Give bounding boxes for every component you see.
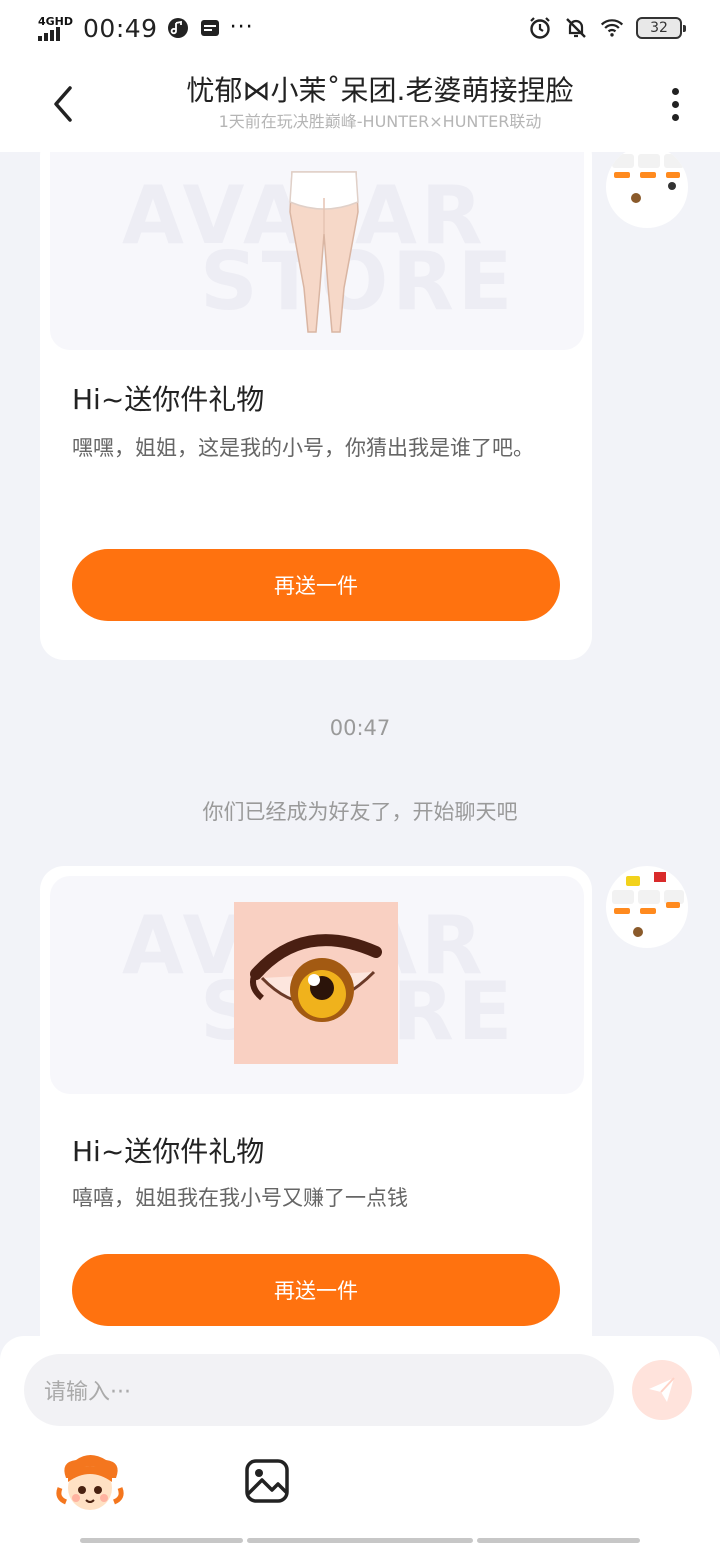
gift-message-card: AVATAR STORE Hi~送你件礼物 嘿嘿，姐姐，这是我的小号，你猜出我是… (40, 152, 592, 660)
status-time: 00:49 (83, 13, 158, 43)
watermark-text: STORE (200, 235, 517, 328)
message-timestamp: 00:47 (329, 716, 391, 740)
back-button[interactable] (44, 84, 84, 124)
gift-message-card: AVATAR STORE Hi~送你件礼物 嘻嘻，姐姐我在我小号又赚了一点钱 再… (40, 866, 592, 1336)
image-icon (245, 1459, 289, 1503)
avatar[interactable] (606, 152, 688, 228)
music-app-icon (166, 16, 190, 40)
home-indicator (477, 1538, 640, 1543)
gift-image[interactable]: AVATAR STORE (50, 152, 584, 350)
gift-image[interactable]: AVATAR STORE (50, 876, 584, 1094)
send-icon (649, 1377, 675, 1402)
more-dots-icon: ··· (229, 15, 254, 40)
gift-title: Hi~送你件礼物 (72, 383, 265, 416)
home-indicator (80, 1538, 243, 1543)
status-bar: 4GHD 00:49 ··· 32 (0, 0, 720, 56)
wifi-icon (600, 16, 624, 40)
mascot-emoji-icon (56, 1455, 124, 1510)
battery-level: 32 (650, 20, 668, 36)
store-avatar-icon (612, 872, 684, 937)
avatar[interactable] (606, 866, 688, 948)
system-message: 你们已经成为好友了，开始聊天吧 (202, 800, 518, 824)
store-avatar-icon (612, 154, 684, 203)
send-button[interactable] (632, 1360, 692, 1420)
image-picker-button[interactable] (244, 1458, 296, 1510)
input-bar: 请输入··· (0, 1336, 720, 1544)
home-indicator (247, 1538, 473, 1543)
back-arrow-icon (54, 86, 72, 122)
alarm-icon (528, 16, 552, 40)
mute-icon (564, 16, 588, 40)
anime-eye-icon (234, 902, 398, 1064)
more-vertical-icon[interactable] (660, 84, 690, 124)
signal-indicator: 4GHD (38, 16, 73, 41)
page-title: 忧郁⋈小茉˚呆团.老婆萌接捏脸 (186, 74, 574, 107)
mascot-emoji-button[interactable] (56, 1448, 124, 1516)
gift-message-text: 嘿嘿，姐姐，这是我的小号，你猜出我是谁了吧。 (72, 436, 534, 460)
page-subtitle: 1天前在玩决胜巅峰-HUNTER×HUNTER联动 (218, 112, 542, 131)
sim-card-icon (198, 16, 222, 40)
chat-area[interactable]: AVATAR STORE Hi~送你件礼物 嘿嘿，姐姐，这是我的小号，你猜出我是… (0, 152, 720, 1336)
send-again-button[interactable]: 再送一件 (72, 1254, 560, 1326)
send-again-button[interactable]: 再送一件 (72, 549, 560, 621)
title-block: 忧郁⋈小茉˚呆团.老婆萌接捏脸 1天前在玩决胜巅峰-HUNTER×HUNTER联… (100, 70, 660, 132)
gift-message-text: 嘻嘻，姐姐我在我小号又赚了一点钱 (72, 1186, 408, 1210)
signal-bars-icon (38, 26, 60, 41)
network-type: 4GHD (38, 14, 74, 28)
battery-icon: 32 (636, 17, 686, 39)
gift-title: Hi~送你件礼物 (72, 1135, 265, 1168)
chat-header: 忧郁⋈小茉˚呆团.老婆萌接捏脸 1天前在玩决胜巅峰-HUNTER×HUNTER联… (0, 56, 720, 152)
message-input[interactable]: 请输入··· (24, 1354, 614, 1426)
leggings-icon (289, 171, 359, 333)
